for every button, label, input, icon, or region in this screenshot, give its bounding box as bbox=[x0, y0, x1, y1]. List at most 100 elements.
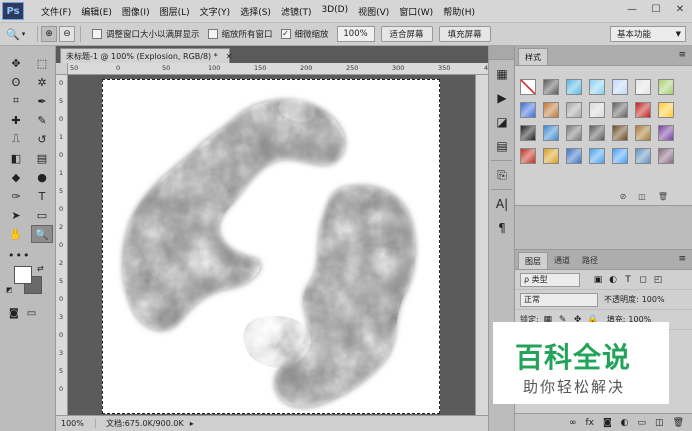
blur-tool-icon[interactable]: ◆ bbox=[5, 168, 27, 186]
style-swatch[interactable] bbox=[543, 125, 559, 141]
trash-icon[interactable]: 🗑 bbox=[673, 418, 684, 428]
vertical-scrollbar[interactable] bbox=[475, 75, 488, 415]
zoom-in-icon[interactable]: ⊕ bbox=[41, 26, 57, 42]
style-swatch[interactable] bbox=[589, 125, 605, 141]
menu-image[interactable]: 图像(I) bbox=[117, 5, 155, 18]
menu-window[interactable]: 窗口(W) bbox=[394, 5, 438, 18]
link-layers-icon[interactable]: ∞ bbox=[569, 418, 577, 428]
style-swatch[interactable] bbox=[566, 148, 582, 164]
status-zoom[interactable]: 100% bbox=[56, 419, 96, 428]
hand-tool-icon[interactable]: ✋ bbox=[5, 225, 27, 243]
canvas-area[interactable] bbox=[68, 75, 475, 415]
crop-tool-icon[interactable]: ⌗ bbox=[5, 92, 27, 110]
smart-object-filter-icon[interactable]: ◰ bbox=[652, 275, 664, 285]
style-swatch[interactable] bbox=[520, 79, 536, 95]
history-brush-tool-icon[interactable]: ↺ bbox=[31, 130, 53, 148]
style-swatch[interactable] bbox=[589, 148, 605, 164]
type-tool-icon[interactable]: T bbox=[31, 187, 53, 205]
trash-icon[interactable]: 🗑 bbox=[658, 192, 668, 201]
style-swatch[interactable] bbox=[658, 79, 674, 95]
style-swatch[interactable] bbox=[543, 148, 559, 164]
adjustments-panel-icon[interactable]: ▤ bbox=[491, 136, 513, 156]
swap-colors-icon[interactable]: ⇄ bbox=[37, 264, 44, 273]
style-swatch[interactable] bbox=[612, 79, 628, 95]
chevron-right-icon[interactable]: ▸ bbox=[190, 419, 194, 428]
menu-help[interactable]: 帮助(H) bbox=[438, 5, 480, 18]
healing-brush-tool-icon[interactable]: ✚ bbox=[5, 111, 27, 129]
adjustment-filter-icon[interactable]: ◐ bbox=[607, 275, 619, 285]
tab-layers[interactable]: 图层 bbox=[518, 252, 548, 269]
layer-filter-select[interactable]: ρ 类型 bbox=[520, 272, 580, 287]
foreground-color-swatch[interactable] bbox=[14, 266, 32, 284]
history-panel-icon[interactable]: ▦ bbox=[491, 64, 513, 84]
layer-mask-icon[interactable]: ◙ bbox=[603, 418, 612, 428]
default-colors-icon[interactable]: ◩ bbox=[6, 286, 13, 294]
magic-wand-tool-icon[interactable]: ✲ bbox=[31, 73, 53, 91]
style-swatch[interactable] bbox=[612, 148, 628, 164]
close-icon[interactable]: ✕ bbox=[226, 52, 233, 61]
eyedropper-tool-icon[interactable]: ✒ bbox=[31, 92, 53, 110]
opacity-value[interactable]: 100% bbox=[642, 295, 665, 304]
style-swatch[interactable] bbox=[635, 79, 651, 95]
tab-styles[interactable]: 样式 bbox=[518, 48, 548, 65]
style-swatch[interactable] bbox=[566, 125, 582, 141]
lasso-tool-icon[interactable]: ʘ bbox=[5, 73, 27, 91]
clone-stamp-tool-icon[interactable]: ⎍ bbox=[5, 130, 27, 148]
tab-paths[interactable]: 路径 bbox=[576, 252, 604, 269]
fill-screen-button[interactable]: 填充屏幕 bbox=[438, 26, 491, 42]
panel-menu-icon[interactable]: ≡ bbox=[678, 254, 686, 264]
style-swatch[interactable] bbox=[612, 102, 628, 118]
panel-menu-icon[interactable]: ≡ bbox=[678, 50, 686, 60]
style-swatch[interactable] bbox=[612, 125, 628, 141]
pen-tool-icon[interactable]: ✑ bbox=[5, 187, 27, 205]
menu-file[interactable]: 文件(F) bbox=[36, 5, 76, 18]
style-swatch[interactable] bbox=[658, 148, 674, 164]
style-swatch[interactable] bbox=[566, 79, 582, 95]
menu-view[interactable]: 视图(V) bbox=[353, 5, 394, 18]
document-canvas[interactable] bbox=[102, 79, 440, 414]
style-swatch[interactable] bbox=[635, 125, 651, 141]
tab-channels[interactable]: 通道 bbox=[548, 252, 576, 269]
pixel-filter-icon[interactable]: ▣ bbox=[592, 275, 604, 285]
screen-mode-icon[interactable]: ▭ bbox=[27, 308, 36, 319]
path-selection-tool-icon[interactable]: ➤ bbox=[5, 206, 27, 224]
close-icon[interactable]: ✕ bbox=[668, 0, 692, 18]
rectangle-tool-icon[interactable]: ▭ bbox=[31, 206, 53, 224]
style-swatch[interactable] bbox=[658, 102, 674, 118]
scrubby-zoom-checkbox[interactable]: ✓ 细微缩放 bbox=[280, 28, 329, 40]
style-swatch[interactable] bbox=[635, 102, 651, 118]
style-swatch[interactable] bbox=[543, 102, 559, 118]
type-filter-icon[interactable]: T bbox=[622, 275, 634, 285]
document-tab[interactable]: 未标题-1 @ 100% (Explosion, RGB/8) * ✕ bbox=[60, 48, 233, 63]
menu-3d[interactable]: 3D(D) bbox=[316, 5, 353, 18]
menu-select[interactable]: 选择(S) bbox=[235, 5, 276, 18]
dodge-tool-icon[interactable]: ● bbox=[31, 168, 53, 186]
adjustment-layer-icon[interactable]: ◐ bbox=[621, 418, 629, 428]
move-tool-icon[interactable]: ✥ bbox=[5, 54, 27, 72]
new-group-icon[interactable]: ▭ bbox=[638, 418, 647, 428]
style-swatch[interactable] bbox=[589, 79, 605, 95]
style-swatch[interactable] bbox=[566, 102, 582, 118]
workspace-select[interactable]: 基本功能 ▼ bbox=[610, 26, 686, 42]
style-swatch[interactable] bbox=[520, 102, 536, 118]
new-layer-icon[interactable]: ◫ bbox=[655, 418, 664, 428]
style-swatch[interactable] bbox=[658, 125, 674, 141]
shape-filter-icon[interactable]: ◻ bbox=[637, 275, 649, 285]
zoom-value-field[interactable]: 100% bbox=[336, 26, 375, 42]
layer-style-icon[interactable]: fx bbox=[585, 418, 594, 428]
minimize-icon[interactable]: — bbox=[620, 0, 644, 18]
style-swatch[interactable] bbox=[543, 79, 559, 95]
zoom-out-icon[interactable]: ⊖ bbox=[59, 26, 75, 42]
paragraph-panel-icon[interactable]: ¶ bbox=[491, 218, 513, 238]
actions-panel-icon[interactable]: ▶ bbox=[491, 88, 513, 108]
brush-tool-icon[interactable]: ✎ bbox=[31, 111, 53, 129]
character-panel-icon[interactable]: A| bbox=[491, 194, 513, 214]
zoom-tool-icon[interactable]: 🔍 bbox=[31, 225, 53, 243]
zoom-all-windows-checkbox[interactable]: 缩放所有窗口 bbox=[207, 28, 273, 40]
maximize-icon[interactable]: ☐ bbox=[644, 0, 668, 18]
menu-type[interactable]: 文字(Y) bbox=[195, 5, 236, 18]
fit-screen-button[interactable]: 适合屏幕 bbox=[380, 26, 433, 42]
style-swatch[interactable] bbox=[635, 148, 651, 164]
more-tools-icon[interactable]: ••• bbox=[8, 249, 55, 262]
resize-windows-checkbox[interactable]: 调整窗口大小以满屏显示 bbox=[92, 28, 200, 40]
